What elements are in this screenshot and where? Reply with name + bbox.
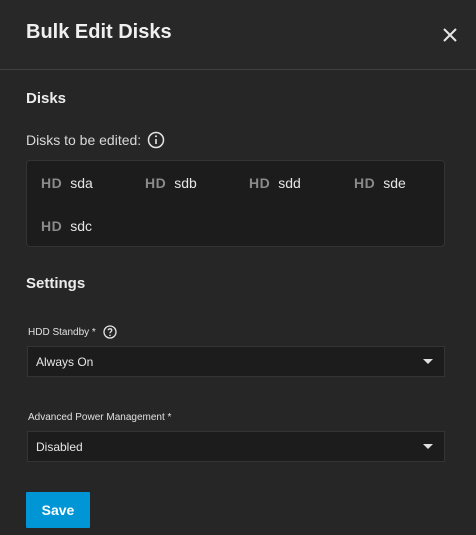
- dialog-title: Bulk Edit Disks: [26, 21, 172, 43]
- hard-disk-icon: HD: [145, 175, 167, 191]
- dialog-header: Bulk Edit Disks: [0, 0, 476, 70]
- chevron-down-icon: [423, 359, 433, 364]
- advanced-power-label: Advanced Power Management *: [28, 412, 172, 423]
- settings-section-title: Settings: [26, 275, 86, 292]
- disk-item: HD sda: [41, 175, 93, 191]
- disks-to-edit-label-row: Disks to be edited:: [26, 131, 165, 149]
- disk-name: sdb: [174, 175, 197, 191]
- disk-item: HD sde: [354, 175, 406, 191]
- disk-item: HD sdb: [145, 175, 197, 191]
- advanced-power-label-row: Advanced Power Management *: [28, 412, 171, 423]
- hdd-standby-select[interactable]: Always On: [27, 346, 445, 377]
- advanced-power-select[interactable]: Disabled: [27, 431, 445, 462]
- disk-item: HD sdd: [249, 175, 301, 191]
- disk-name: sdc: [70, 218, 93, 234]
- disk-list: HD sda HD sdb HD sdd HD sde HD sdc: [26, 160, 445, 247]
- hard-disk-icon: HD: [354, 175, 376, 191]
- help-icon[interactable]: [103, 325, 117, 339]
- hard-disk-icon: HD: [41, 218, 63, 234]
- chevron-down-icon: [423, 444, 433, 449]
- hard-disk-icon: HD: [249, 175, 271, 191]
- disks-section-title: Disks: [26, 90, 67, 107]
- hdd-standby-label: HDD Standby *: [28, 326, 96, 338]
- save-button[interactable]: Save: [26, 492, 90, 528]
- disk-name: sde: [383, 175, 406, 191]
- hard-disk-icon: HD: [41, 175, 63, 191]
- close-icon[interactable]: [440, 25, 460, 45]
- disk-item: HD sdc: [41, 218, 92, 234]
- disk-name: sdd: [278, 175, 301, 191]
- disk-name: sda: [70, 175, 93, 191]
- hdd-standby-value: Always On: [36, 355, 94, 369]
- info-icon[interactable]: [147, 131, 165, 149]
- advanced-power-value: Disabled: [36, 440, 83, 454]
- disks-to-edit-label: Disks to be edited:: [26, 132, 142, 148]
- hdd-standby-label-row: HDD Standby *: [28, 325, 117, 339]
